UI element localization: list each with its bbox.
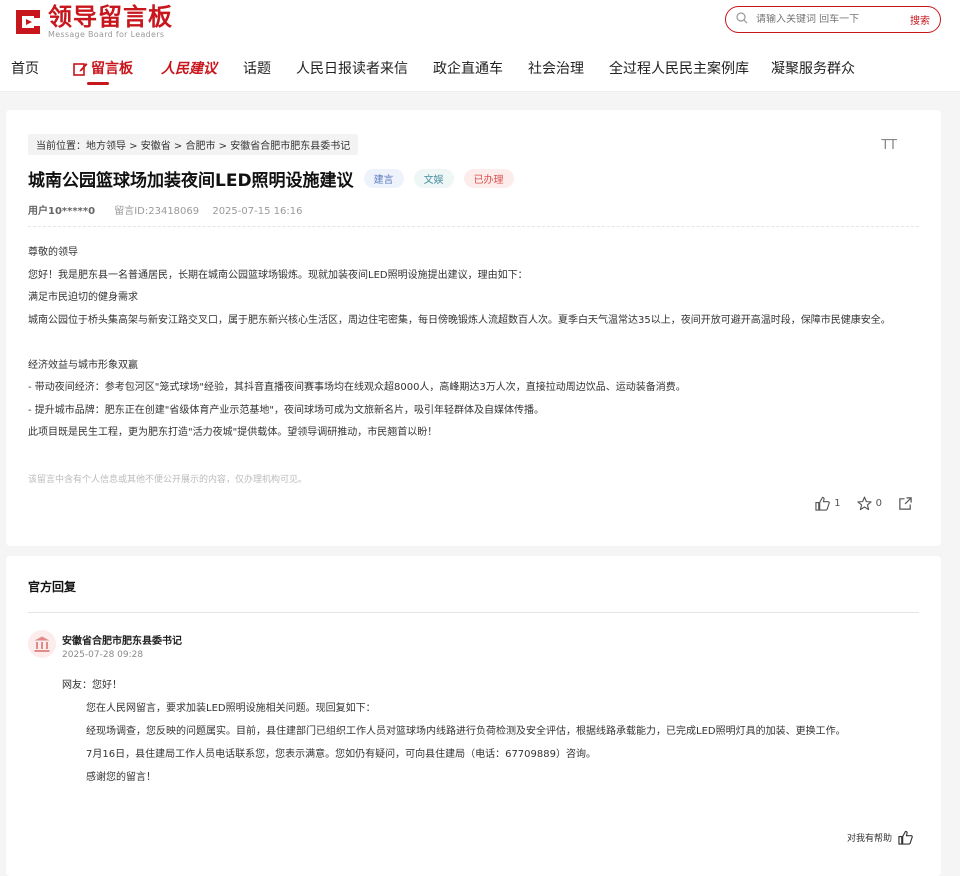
search-input[interactable] xyxy=(756,14,910,25)
nav-item-message-board-label: 留言板 xyxy=(91,61,133,77)
search-button[interactable]: 搜索 xyxy=(910,12,930,27)
post-meta: 用户10*****0 留言ID:23418069 2025-07-15 16:1… xyxy=(28,202,302,217)
search-icon xyxy=(736,12,748,27)
logo-title: 领导留言板 xyxy=(48,3,173,31)
nav-item-topics[interactable]: 话题 xyxy=(243,58,271,78)
content-paragraph xyxy=(28,332,919,355)
post-datetime: 2025-07-15 16:16 xyxy=(212,206,303,217)
government-building-icon xyxy=(33,635,51,653)
reply-heading: 官方回复 xyxy=(28,580,77,594)
page-title: 城南公园篮球场加装夜间LED照明设施建议 xyxy=(28,171,354,191)
reply-paragraph: 经现场调查，您反映的问题属实。目前，县住建部门已组织工作人员对篮球场内线路进行负… xyxy=(86,726,846,737)
tag-culture: 文娱 xyxy=(413,169,454,188)
content-paragraph: 此项目既是民生工程，更为肥东打造"活力夜城"提供载体。望领导调研推动，市民翘首以… xyxy=(28,427,438,438)
reply-greeting: 网友：您好！ xyxy=(62,680,122,691)
top-bar: 领导留言板 Message Board for Leaders 搜索 首页 留言… xyxy=(0,0,960,92)
share-icon xyxy=(898,496,917,511)
message-card: 当前位置：地方领导 > 安徽省 > 合肥市 > 安徽省合肥市肥东县委书记 TT … xyxy=(6,110,941,546)
breadcrumb[interactable]: 当前位置：地方领导 > 安徽省 > 合肥市 > 安徽省合肥市肥东县委书记 xyxy=(28,134,359,155)
font-size-button[interactable]: TT xyxy=(881,138,897,153)
like-button[interactable]: 1 xyxy=(815,496,841,511)
logo-icon xyxy=(12,6,44,38)
nav-item-serve-people[interactable]: 凝聚服务群众 xyxy=(771,58,855,78)
content-paragraph: 您好！我是肥东县一名普通居民，长期在城南公园篮球场锻炼。现就加装夜间LED照明设… xyxy=(28,269,528,281)
content-paragraph: - 带动夜间经济：参考包河区"笼式球场"经验，其抖音直播夜间赛事场均在线观众超8… xyxy=(28,382,686,393)
reply-org-name: 安徽省合肥市肥东县委书记 xyxy=(62,636,182,647)
helpful-button[interactable]: 对我有帮助 xyxy=(847,830,913,845)
content-paragraph: - 提升城市品牌：肥东正在创建"省级体育产业示范基地"，夜间球场可成为文旅新名片… xyxy=(28,404,544,416)
content-paragraph: 尊敬的领导 xyxy=(28,247,78,258)
reply-paragraph: 感谢您的留言！ xyxy=(86,772,156,783)
logo[interactable]: 领导留言板 Message Board for Leaders xyxy=(12,4,173,39)
reply-card: 官方回复 安徽省合肥市肥东县委书记 2025-07-28 09:28 网友：您好… xyxy=(6,556,941,876)
thumbs-up-icon xyxy=(898,830,913,845)
post-user: 用户10*****0 xyxy=(28,206,96,217)
main-nav: 首页 留言板 人民建议 话题 人民日报读者来信 政企直通车 社会治理 全过程人民… xyxy=(0,56,855,85)
nav-item-people-suggestions[interactable]: 人民建议 xyxy=(161,58,217,78)
divider xyxy=(28,226,919,227)
favorite-count: 0 xyxy=(875,498,882,509)
nav-item-social-governance[interactable]: 社会治理 xyxy=(528,58,584,78)
content-paragraph: 城南公园位于桥头集高架与新安江路交叉口，属于肥东新兴核心生活区，周边住宅密集，每… xyxy=(28,314,891,326)
message-content: 尊敬的领导 您好！我是肥东县一名普通居民，长期在城南公园篮球场锻炼。现就加装夜间… xyxy=(28,242,919,445)
favorite-button[interactable]: 0 xyxy=(857,496,882,511)
message-id: 留言ID:23418069 xyxy=(114,206,200,217)
content-paragraph: 经济效益与城市形象双赢 xyxy=(28,359,138,371)
nav-item-home[interactable]: 首页 xyxy=(11,58,39,78)
helpful-label: 对我有帮助 xyxy=(846,834,892,844)
content-paragraph: 满足市民迫切的健身需求 xyxy=(28,292,138,303)
nav-item-readers-letters[interactable]: 人民日报读者来信 xyxy=(296,58,408,78)
edit-icon xyxy=(73,61,88,76)
share-button[interactable] xyxy=(898,496,917,511)
logo-subtitle: Message Board for Leaders xyxy=(48,30,165,39)
privacy-notice: 该留言中含有个人信息或其他不便公开展示的内容，仅办理机构可见。 xyxy=(28,475,308,485)
reply-datetime: 2025-07-28 09:28 xyxy=(62,650,144,660)
nav-item-democracy-cases[interactable]: 全过程人民民主案例库 xyxy=(609,58,749,78)
post-actions: 1 0 xyxy=(799,496,917,511)
avatar xyxy=(28,630,56,658)
nav-item-enterprise-channel[interactable]: 政企直通车 xyxy=(433,58,503,78)
reply-paragraph: 7月16日，县住建局工作人员电话联系您，您表示满意。您如仍有疑问，可向县住建局（… xyxy=(86,749,596,760)
tag-suggestion: 建言 xyxy=(363,169,404,188)
like-count: 1 xyxy=(834,498,841,509)
nav-item-message-board[interactable]: 留言板 xyxy=(73,58,133,85)
reply-content: 网友：您好！ 您在人民网留言，要求加装LED照明设施相关问题。现回复如下： 经现… xyxy=(62,674,919,789)
status-badge: 已办理 xyxy=(463,169,514,188)
search-box: 搜索 xyxy=(725,6,941,33)
star-icon xyxy=(857,496,876,511)
divider xyxy=(28,612,919,613)
thumbs-up-icon xyxy=(815,496,834,511)
reply-paragraph: 您在人民网留言，要求加装LED照明设施相关问题。现回复如下： xyxy=(86,703,376,714)
